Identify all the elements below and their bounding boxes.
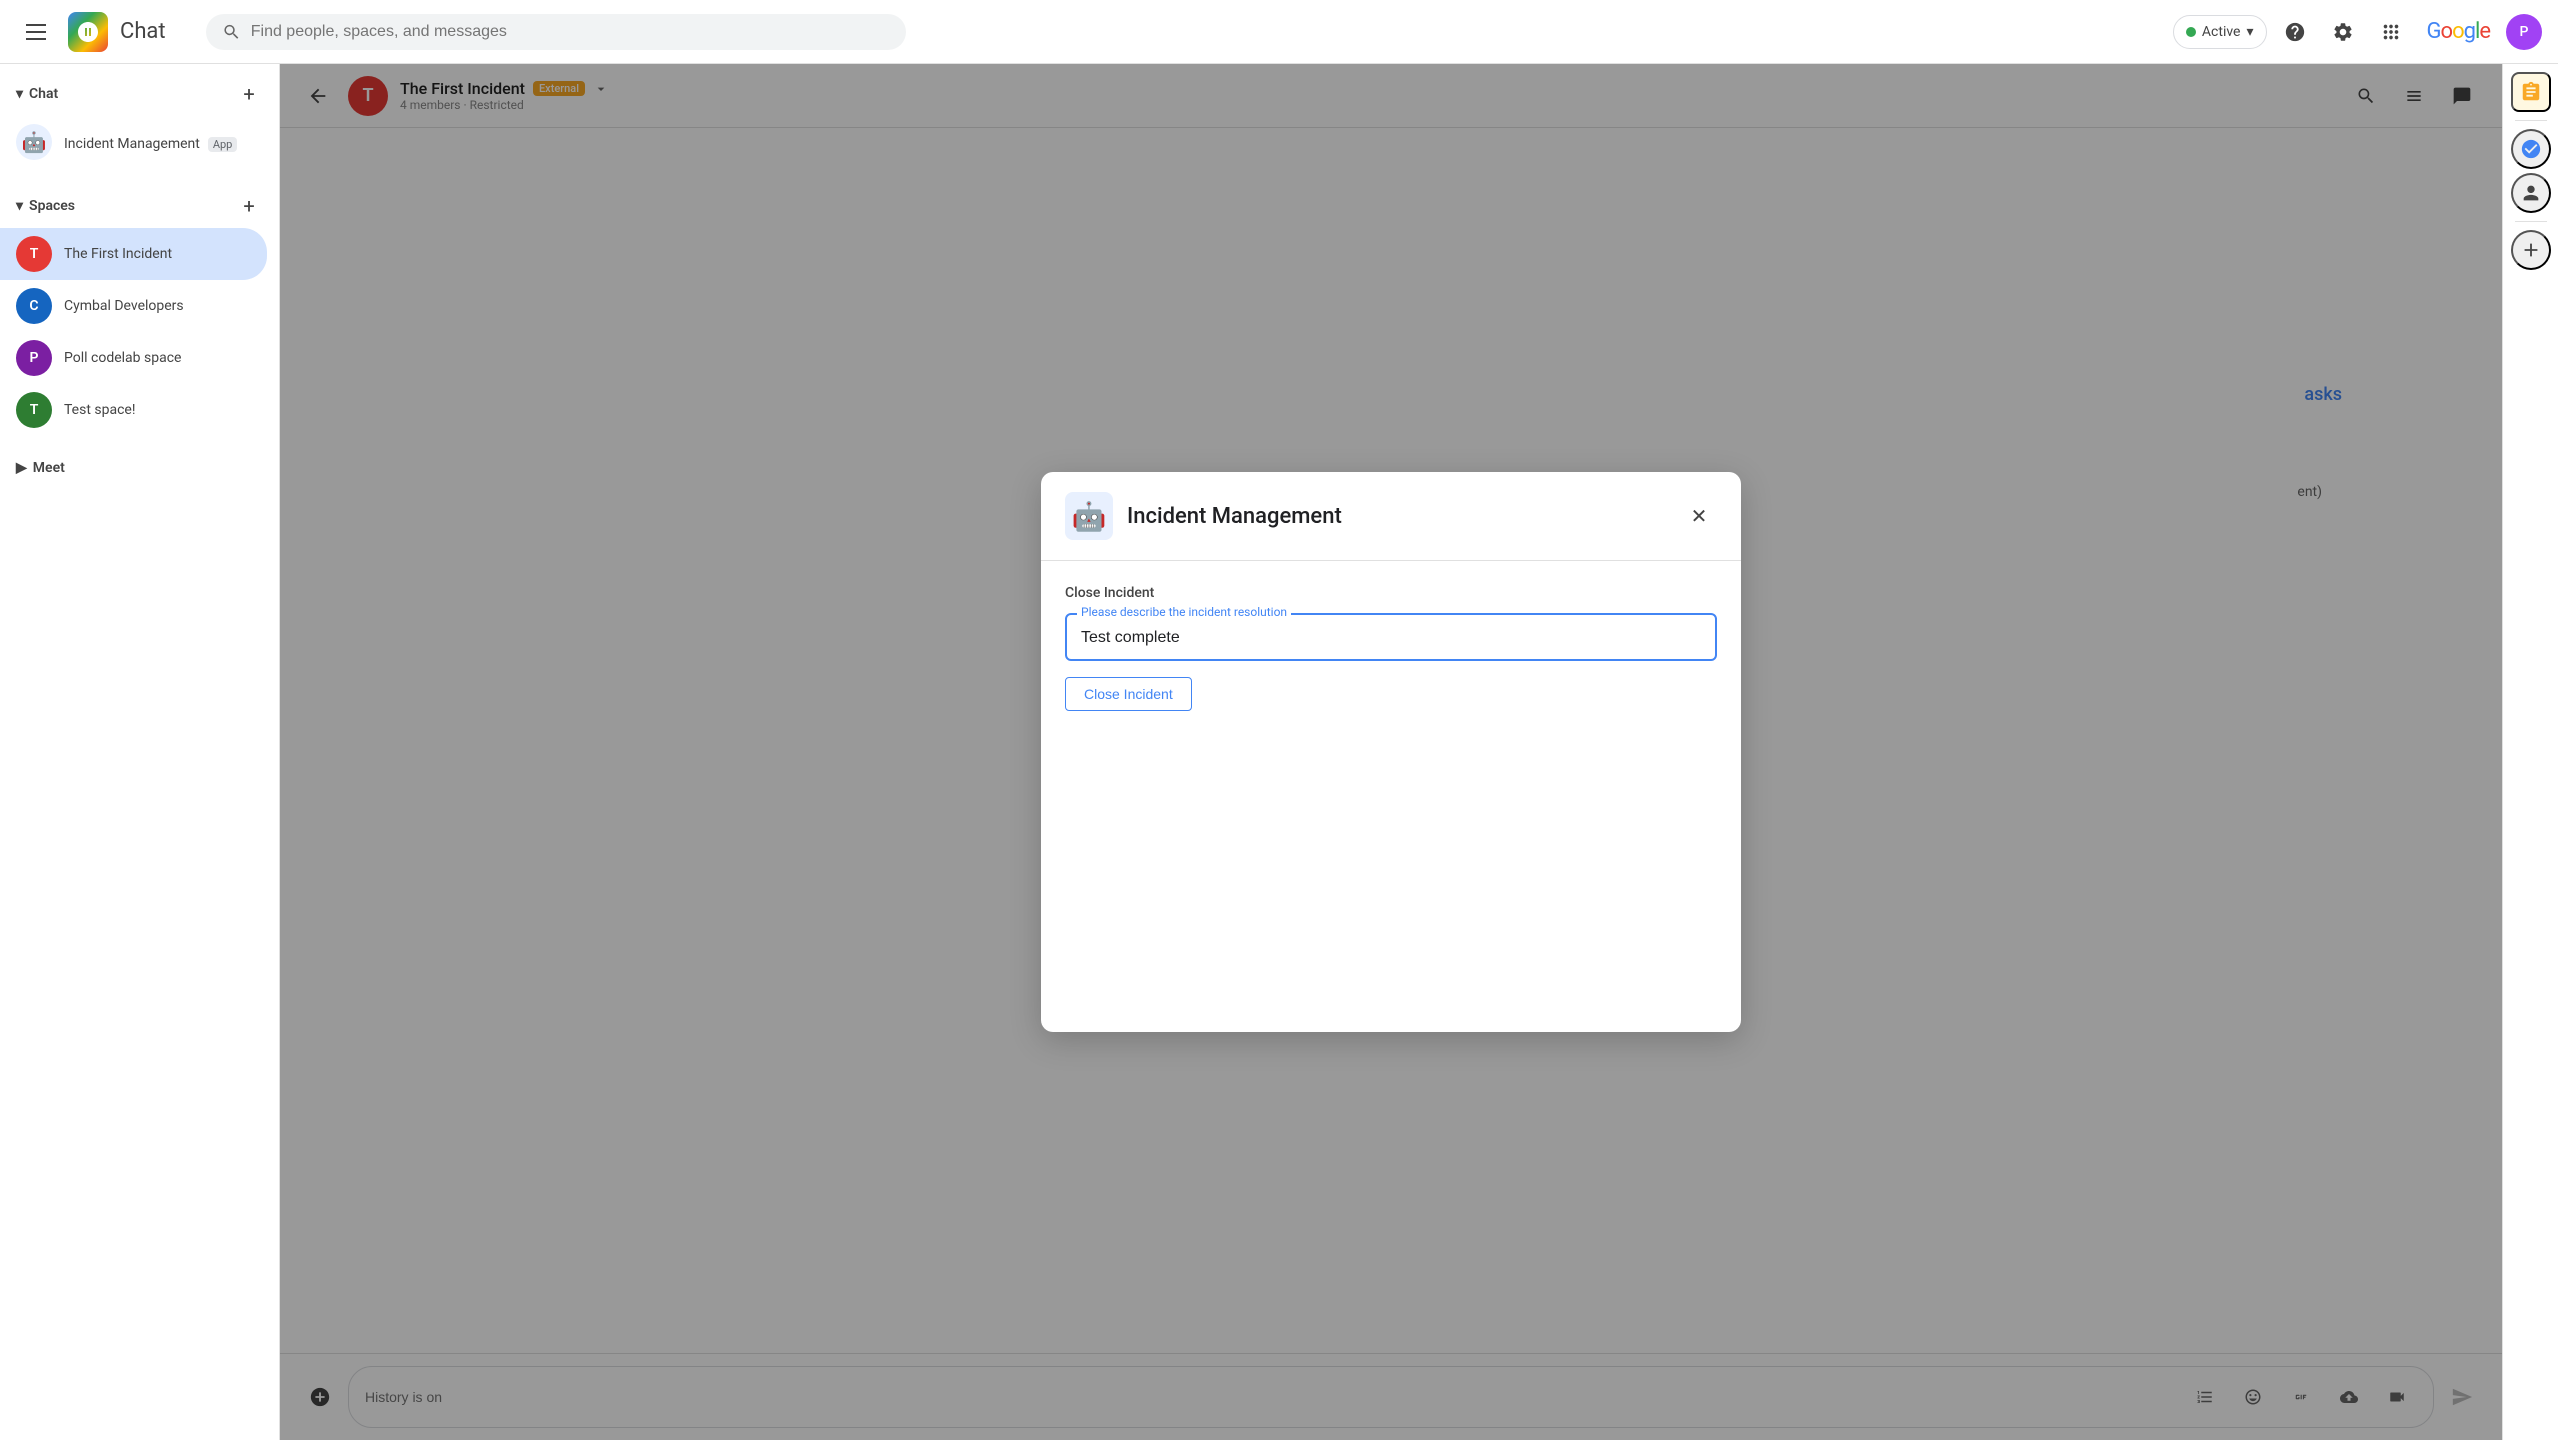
space-avatar-T2: T xyxy=(16,392,52,428)
new-chat-button[interactable]: + xyxy=(235,80,263,108)
chat-section-title: ▾ Chat xyxy=(16,86,58,102)
search-icon xyxy=(222,22,241,42)
modal-close-button[interactable]: ✕ xyxy=(1681,498,1717,534)
help-icon[interactable] xyxy=(2275,12,2315,52)
resolution-field-label: Please describe the incident resolution xyxy=(1077,605,1291,619)
right-sidebar-divider xyxy=(2515,120,2547,121)
hamburger-icon[interactable] xyxy=(16,12,56,52)
modal-header: 🤖 Incident Management ✕ xyxy=(1041,472,1741,561)
chevron-down-icon: ▾ xyxy=(16,86,23,102)
settings-icon[interactable] xyxy=(2323,12,2363,52)
avatar[interactable]: P xyxy=(2506,14,2542,50)
chat-section-header[interactable]: ▾ Chat + xyxy=(0,72,279,116)
sidebar-item-incident-management[interactable]: 🤖 Incident Management App xyxy=(0,116,267,168)
tasks-icon[interactable] xyxy=(2511,129,2551,169)
sidebar-item-info: Incident Management App xyxy=(64,133,237,152)
google-chat-logo-icon xyxy=(68,12,108,52)
chevron-down-icon: ▾ xyxy=(16,198,23,214)
incident-management-modal: 🤖 Incident Management ✕ Close Incident P… xyxy=(1041,472,1741,1032)
top-bar-left: Chat xyxy=(16,12,166,52)
meet-section-title: ▶ Meet xyxy=(16,460,65,476)
space-avatar-T: T xyxy=(16,236,52,272)
google-wordmark: Google xyxy=(2427,19,2490,44)
spaces-section-title: ▾ Spaces xyxy=(16,198,75,214)
modal-body: Close Incident Please describe the incid… xyxy=(1041,561,1741,1032)
right-sidebar-divider2 xyxy=(2515,221,2547,222)
resolution-input[interactable] xyxy=(1081,629,1701,647)
spaces-section-header[interactable]: ▾ Spaces + xyxy=(0,184,279,228)
search-bar[interactable] xyxy=(206,14,906,50)
new-space-button[interactable]: + xyxy=(235,192,263,220)
modal-section-title: Close Incident xyxy=(1065,585,1717,601)
space-avatar-C: C xyxy=(16,288,52,324)
close-incident-button[interactable]: Close Incident xyxy=(1065,677,1192,711)
apps-grid-icon[interactable] xyxy=(2371,12,2411,52)
sidebar-item-poll-codelab[interactable]: P Poll codelab space xyxy=(0,332,267,384)
sidebar-item-first-incident[interactable]: T The First Incident xyxy=(0,228,267,280)
modal-title: Incident Management xyxy=(1127,504,1667,529)
app-title: Chat xyxy=(120,19,166,44)
chevron-down-icon: ▾ xyxy=(2246,24,2253,40)
top-bar: Chat Active ▾ Google P xyxy=(0,0,2558,64)
modal-robot-icon: 🤖 xyxy=(1065,492,1113,540)
main-layout: ▾ Chat + 🤖 Incident Management App ▾ Spa… xyxy=(0,64,2558,1440)
resolution-field-wrap: Please describe the incident resolution xyxy=(1065,613,1717,661)
right-sidebar xyxy=(2502,64,2558,1440)
robot-icon: 🤖 xyxy=(16,124,52,160)
search-input[interactable] xyxy=(251,23,890,41)
tasks-panel-icon[interactable] xyxy=(2511,72,2551,112)
people-icon[interactable] xyxy=(2511,173,2551,213)
sidebar-item-test-space[interactable]: T Test space! xyxy=(0,384,267,436)
space-avatar-P: P xyxy=(16,340,52,376)
sidebar: ▾ Chat + 🤖 Incident Management App ▾ Spa… xyxy=(0,64,280,1440)
add-panel-button[interactable] xyxy=(2511,230,2551,270)
content-area: T The First Incident External 4 members … xyxy=(280,64,2502,1440)
status-button[interactable]: Active ▾ xyxy=(2173,15,2267,49)
modal-overlay[interactable]: 🤖 Incident Management ✕ Close Incident P… xyxy=(280,64,2502,1440)
meet-section-header[interactable]: ▶ Meet xyxy=(0,452,279,484)
sidebar-item-cymbal-developers[interactable]: C Cymbal Developers xyxy=(0,280,267,332)
status-label: Active xyxy=(2202,24,2241,40)
chevron-right-icon: ▶ xyxy=(16,460,27,476)
status-dot-icon xyxy=(2186,27,2196,37)
top-bar-right: Active ▾ Google P xyxy=(2173,12,2542,52)
